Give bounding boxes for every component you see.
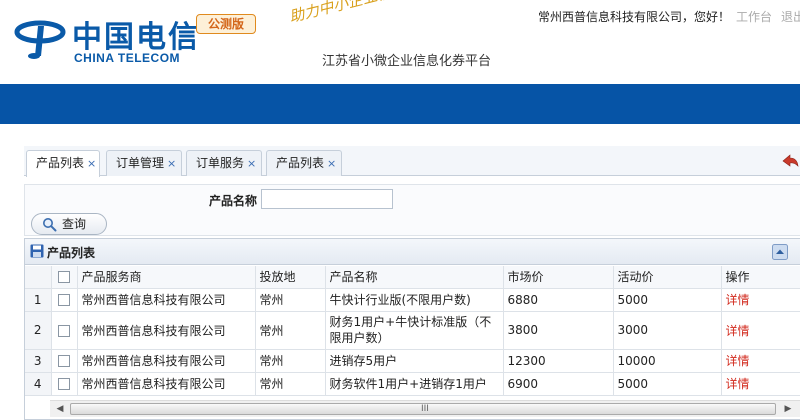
tab-product-list-2[interactable]: 产品列表 ×	[266, 150, 342, 176]
column-header-promo-price[interactable]: 活动价	[613, 266, 722, 289]
search-icon	[43, 218, 57, 232]
close-icon[interactable]: ×	[247, 157, 256, 170]
market-price-cell: 3800	[503, 311, 614, 350]
promo-price-cell: 5000	[613, 372, 722, 396]
row-checkbox[interactable]	[58, 378, 70, 390]
save-disk-icon	[30, 244, 44, 258]
main-navbar	[0, 84, 800, 124]
platform-title: 江苏省小微企业信息化券平台	[322, 54, 492, 69]
column-header-vendor[interactable]: 产品服务商	[77, 266, 256, 289]
beta-badge: 公测版	[196, 14, 256, 34]
site-header: 中国电信 CHINA TELECOM 公测版 助力中小企业信息化 江苏省小微企业…	[0, 0, 800, 84]
logo-chinese-text: 中国电信	[72, 20, 200, 55]
column-header-market-price[interactable]: 市场价	[503, 266, 614, 289]
welcome-text: 常州西普信息科技有限公司，您好！	[538, 10, 731, 24]
close-icon[interactable]: ×	[87, 157, 96, 170]
table-row: 1 常州西普信息科技有限公司 常州 牛快计行业版(不限用户数) 6880 500…	[25, 288, 800, 312]
back-arrow-icon[interactable]	[780, 152, 800, 170]
row-number: 3	[25, 349, 52, 373]
place-cell: 常州	[255, 288, 326, 312]
row-checkbox[interactable]	[58, 294, 70, 306]
scroll-left-arrow-icon[interactable]: ◀	[54, 403, 66, 415]
product-list-panel: 产品列表 产品服务商 投放地 产品名称 市场价 活动价 操作 1 常州西普信息科…	[24, 238, 800, 420]
product-name-input[interactable]	[261, 189, 393, 209]
detail-link[interactable]: 详情	[721, 372, 800, 396]
tab-strip: 产品列表 × 订单管理 × 订单服务 × 产品列表 ×	[24, 146, 800, 177]
place-cell: 常州	[255, 349, 326, 373]
detail-link[interactable]: 详情	[721, 311, 800, 350]
tab-label: 产品列表	[36, 156, 85, 170]
query-button[interactable]: 查询	[31, 213, 107, 235]
query-button-label: 查询	[62, 217, 87, 231]
tab-order-service[interactable]: 订单服务 ×	[186, 150, 262, 176]
search-form: 产品名称 查询	[24, 184, 800, 236]
scrollbar-grip: III	[421, 404, 429, 414]
product-name-cell: 财务1用户+牛快计标准版（不限用户数）	[325, 311, 504, 350]
promo-price-cell: 5000	[613, 288, 722, 312]
exit-link[interactable]: 退出	[781, 8, 800, 25]
row-select-cell	[51, 372, 78, 396]
vendor-cell: 常州西普信息科技有限公司	[77, 311, 256, 350]
place-cell: 常州	[255, 311, 326, 350]
market-price-cell: 6900	[503, 372, 614, 396]
select-all-cell	[51, 266, 78, 289]
place-cell: 常州	[255, 372, 326, 396]
close-icon[interactable]: ×	[167, 157, 176, 170]
row-select-cell	[51, 311, 78, 350]
close-icon[interactable]: ×	[327, 157, 336, 170]
table-row: 3 常州西普信息科技有限公司 常州 进销存5用户 12300 10000 详情	[25, 349, 800, 373]
tab-label: 订单管理	[116, 156, 165, 170]
market-price-cell: 12300	[503, 349, 614, 373]
logo-english-text: CHINA TELECOM	[74, 51, 181, 65]
column-header-action[interactable]: 操作	[721, 266, 800, 289]
row-select-cell	[51, 349, 78, 373]
promo-price-cell: 3000	[613, 311, 722, 350]
table-row: 4 常州西普信息科技有限公司 常州 财务软件1用户+进销存1用户 6900 50…	[25, 372, 800, 396]
row-checkbox[interactable]	[58, 355, 70, 367]
product-name-cell: 牛快计行业版(不限用户数)	[325, 288, 504, 312]
row-select-cell	[51, 288, 78, 312]
row-number: 1	[25, 288, 52, 312]
vendor-cell: 常州西普信息科技有限公司	[77, 288, 256, 312]
detail-link[interactable]: 详情	[721, 288, 800, 312]
row-number-header	[25, 266, 52, 289]
tab-label: 产品列表	[276, 156, 325, 170]
slogan-text: 助力中小企业信息化	[287, 0, 423, 27]
panel-title: 产品列表	[47, 246, 96, 260]
market-price-cell: 6880	[503, 288, 614, 312]
vendor-cell: 常州西普信息科技有限公司	[77, 372, 256, 396]
row-number: 2	[25, 311, 52, 350]
product-name-label: 产品名称	[209, 194, 258, 208]
vendor-cell: 常州西普信息科技有限公司	[77, 349, 256, 373]
tab-label: 订单服务	[196, 156, 245, 170]
product-name-cell: 进销存5用户	[325, 349, 504, 373]
panel-header: 产品列表	[25, 239, 800, 265]
product-table: 产品服务商 投放地 产品名称 市场价 活动价 操作 1 常州西普信息科技有限公司…	[25, 266, 800, 396]
tab-order-management[interactable]: 订单管理 ×	[106, 150, 182, 176]
row-number: 4	[25, 372, 52, 396]
detail-link[interactable]: 详情	[721, 349, 800, 373]
row-checkbox[interactable]	[58, 324, 70, 337]
product-name-cell: 财务软件1用户+进销存1用户	[325, 372, 504, 396]
workbench-link[interactable]: 工作台	[736, 8, 772, 25]
tab-product-list[interactable]: 产品列表 ×	[26, 150, 100, 177]
scrollbar-thumb[interactable]: III	[70, 403, 776, 415]
table-row: 2 常州西普信息科技有限公司 常州 财务1用户+牛快计标准版（不限用户数） 38…	[25, 311, 800, 350]
scroll-right-arrow-icon[interactable]: ▶	[782, 403, 794, 415]
main-content: 产品列表 × 订单管理 × 订单服务 × 产品列表 × 产品名称 查询 产品列表…	[0, 124, 800, 420]
table-header-row: 产品服务商 投放地 产品名称 市场价 活动价 操作	[25, 266, 800, 289]
select-all-checkbox[interactable]	[58, 271, 70, 284]
column-header-product-name[interactable]: 产品名称	[325, 266, 504, 289]
collapse-up-icon[interactable]	[772, 244, 788, 260]
promo-price-cell: 10000	[613, 349, 722, 373]
china-telecom-logo-icon	[14, 20, 66, 59]
column-header-place[interactable]: 投放地	[255, 266, 326, 289]
horizontal-scrollbar[interactable]: ◀ III ▶	[50, 400, 800, 417]
